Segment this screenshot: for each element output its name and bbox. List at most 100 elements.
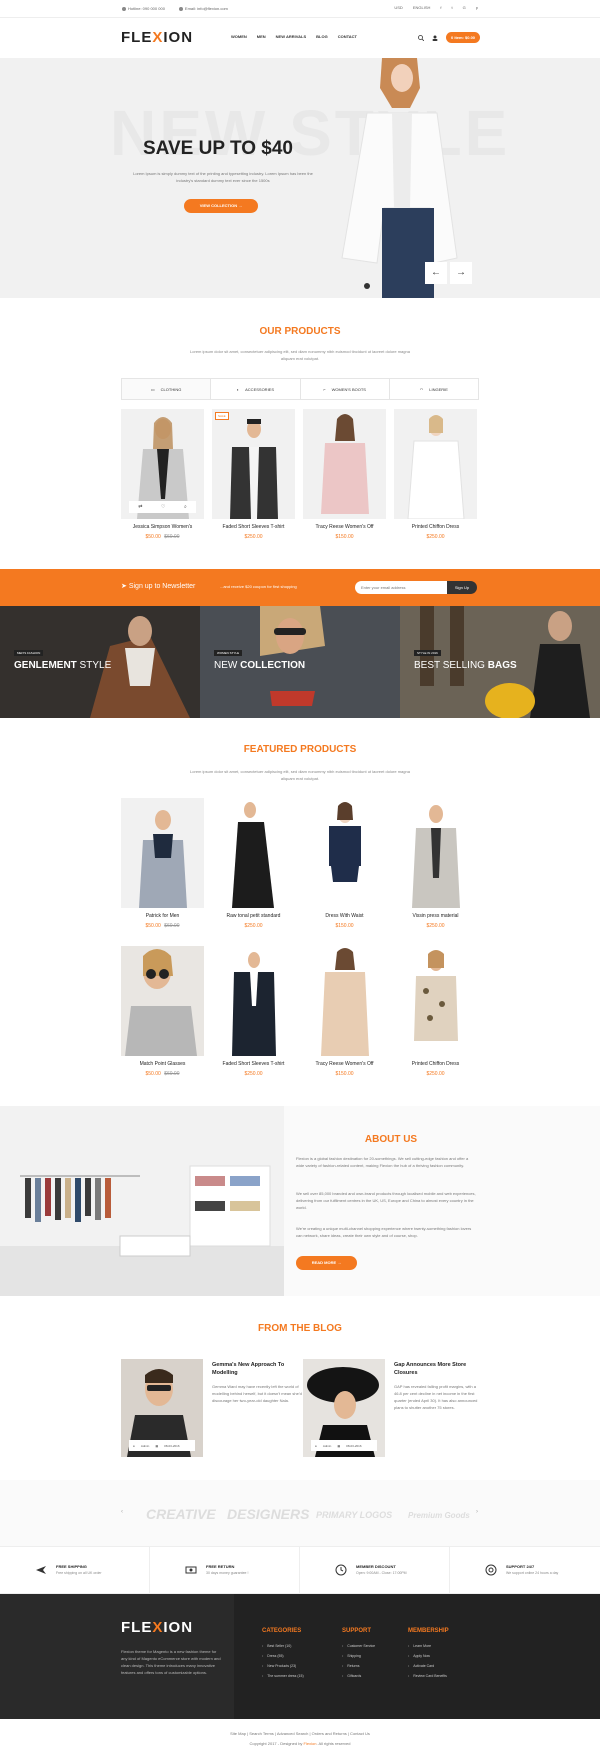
product-card[interactable]: Vissin press material $250.00 (394, 798, 477, 929)
product-card[interactable]: Dress With Waist $150.00 (303, 798, 386, 929)
product-card[interactable]: Faded Short Sleeves T-shirt $250.00 (212, 946, 295, 1077)
twitter-icon[interactable]: t (452, 5, 453, 10)
product-name[interactable]: Dress With Waist (303, 913, 386, 919)
footer-link[interactable]: Learn More (408, 1644, 449, 1648)
blog-image[interactable]: ● Admin ▦ 08-03-2016 (303, 1359, 385, 1457)
product-name[interactable]: Faded Short Sleeves T-shirt (212, 524, 295, 530)
nav-contact[interactable]: CONTACT (338, 34, 357, 39)
tab-clothing[interactable]: ▭ CLOTHING (122, 379, 212, 399)
footer-link[interactable]: Shipping (342, 1654, 375, 1658)
email[interactable]: Email: info@flexion.com (178, 6, 228, 11)
view-collection-button[interactable]: VIEW COLLECTION → (184, 199, 258, 213)
money-icon (185, 1566, 197, 1574)
copyright-brand[interactable]: Flexion (304, 1741, 317, 1746)
product-card[interactable]: Tracy Reese Women's Off $150.00 (303, 409, 386, 540)
blog-post[interactable]: ● Admin ▦ 08-03-2016 Gemma's New Approach T… (121, 1359, 302, 1457)
brand-logo[interactable]: DESIGNERS (227, 1506, 309, 1522)
banner-bags[interactable]: STYLE IN 2016 BEST SELLING BAGS (400, 606, 600, 718)
product-name[interactable]: Printed Chiffon Dress (394, 524, 477, 530)
brand-logo[interactable]: Premium Goods (408, 1511, 470, 1520)
product-image[interactable] (303, 409, 386, 519)
footer-link[interactable]: Dress (55) (262, 1654, 304, 1658)
footer-link[interactable]: Giftcards (342, 1674, 375, 1678)
tab-accessories[interactable]: ◐ ACCESSORIES (211, 379, 301, 399)
product-name[interactable]: Patrick for Men (121, 913, 204, 919)
google-icon[interactable]: G (463, 5, 466, 10)
nav-men[interactable]: MEN (257, 34, 266, 39)
facebook-icon[interactable]: f (440, 5, 441, 10)
product-name[interactable]: Raw tonal petit standard (212, 913, 295, 919)
tab-lingerie[interactable]: ◠ LINGERIE (390, 379, 478, 399)
brand-logo[interactable]: PRIMARY LOGOS (316, 1510, 392, 1520)
product-card[interactable]: ⇄ ♡ ⌕ Jessica Simpson Women's $50.00 $60.0… (121, 409, 204, 540)
product-card[interactable]: Tracy Reese Women's Off $150.00 (303, 946, 386, 1077)
product-image[interactable] (394, 409, 477, 519)
banner-men[interactable]: MEN'S FASHION GENLEMENT STYLE (0, 606, 200, 718)
footer-link[interactable]: Customer Service (342, 1644, 375, 1648)
nav-blog[interactable]: BLOG (316, 34, 328, 39)
product-name[interactable]: Printed Chiffon Dress (394, 1061, 477, 1067)
currency-select[interactable]: USD (394, 5, 402, 10)
blog-post-title[interactable]: Gemma's New Approach To Modelling (212, 1361, 302, 1377)
bottom-links[interactable]: Site Map | Search Terms | Advanced Searc… (0, 1731, 600, 1736)
zoom-icon[interactable]: ⌕ (184, 504, 187, 510)
product-image[interactable] (212, 946, 295, 1056)
blog-post-title[interactable]: Gap Announces More Store Closures (394, 1361, 484, 1377)
product-name[interactable]: Match Point Glasses (121, 1061, 204, 1067)
nav-new-arrivals[interactable]: NEW ARRIVALS (276, 34, 306, 39)
product-name[interactable]: Jessica Simpson Women's (121, 524, 204, 530)
footer-link[interactable]: Returns (342, 1664, 375, 1668)
compare-icon[interactable]: ⇄ (138, 504, 142, 510)
product-image[interactable] (303, 946, 386, 1056)
product-image[interactable] (303, 798, 386, 908)
footer-link[interactable]: The summer dress (15) (262, 1674, 303, 1678)
brands-prev-arrow[interactable]: ‹ (121, 1509, 123, 1515)
pinterest-icon[interactable]: p (476, 5, 478, 10)
brands-next-arrow[interactable]: › (476, 1509, 478, 1515)
slider-dot[interactable] (364, 283, 370, 289)
cart-button[interactable]: 0 item: $0.00 (446, 32, 481, 43)
product-card[interactable]: Printed Chiffon Dress $250.00 (394, 946, 477, 1077)
newsletter-email-input[interactable] (355, 581, 447, 594)
product-image[interactable]: ⇄ ♡ ⌕ (121, 409, 204, 519)
product-name[interactable]: Vissin press material (394, 913, 477, 919)
blog-image[interactable]: ● Admin ▦ 08-03-2016 (121, 1359, 203, 1457)
product-image[interactable] (212, 798, 295, 908)
nav-women[interactable]: WOMEN (231, 34, 247, 39)
hero-prev-arrow[interactable]: ← (425, 262, 447, 284)
product-card[interactable]: Match Point Glasses $50.00 $60.00 (121, 946, 204, 1077)
product-name[interactable]: Tracy Reese Women's Off (303, 524, 386, 530)
signup-button[interactable]: Sign Up (447, 581, 477, 594)
product-image[interactable] (121, 946, 204, 1056)
hotline: Hotline: 090 000 000 (122, 6, 165, 11)
product-price: $50.00 $60.00 (121, 923, 204, 929)
logo[interactable]: FLEXION (121, 29, 193, 46)
footer-link[interactable]: Best Seller (10) (262, 1644, 304, 1648)
language-select[interactable]: ENGLISH (413, 5, 431, 10)
product-image[interactable]: SALE (212, 409, 295, 519)
blog-post[interactable]: ● Admin ▦ 08-03-2016 Gap Announces More Sto… (303, 1359, 483, 1457)
footer-link[interactable]: New Products (23) (262, 1664, 304, 1668)
banner-women[interactable]: WOMEN STYLE NEW COLLECTION (200, 606, 400, 718)
read-more-button[interactable]: READ MORE → (296, 1256, 357, 1270)
footer-logo[interactable]: FLEXION (121, 1619, 193, 1636)
product-name[interactable]: Tracy Reese Women's Off (303, 1061, 386, 1067)
footer-link[interactable]: Apply Now (408, 1654, 449, 1658)
product-image[interactable] (121, 798, 204, 908)
product-image[interactable] (394, 798, 477, 908)
footer-link[interactable]: Review Card Benefits (408, 1674, 449, 1678)
product-name[interactable]: Faded Short Sleeves T-shirt (212, 1061, 295, 1067)
hero-next-arrow[interactable]: → (450, 262, 472, 284)
product-card[interactable]: SALE Faded Short Sleeves T-shirt $250.00 (212, 409, 295, 540)
user-icon[interactable] (432, 35, 438, 41)
send-icon: ➤ (121, 583, 127, 590)
brand-logo[interactable]: CREATIVE (146, 1506, 216, 1522)
product-card[interactable]: Printed Chiffon Dress $250.00 (394, 409, 477, 540)
search-icon[interactable] (418, 34, 424, 41)
footer-link[interactable]: Activate Card (408, 1664, 449, 1668)
product-image[interactable] (394, 946, 477, 1056)
tab-womens-boots[interactable]: ⌐ WOMEN'S BOOTS (301, 379, 390, 399)
heart-icon[interactable]: ♡ (161, 504, 165, 510)
product-card[interactable]: Patrick for Men $50.00 $60.00 (121, 798, 204, 929)
product-card[interactable]: Raw tonal petit standard $250.00 (212, 798, 295, 929)
